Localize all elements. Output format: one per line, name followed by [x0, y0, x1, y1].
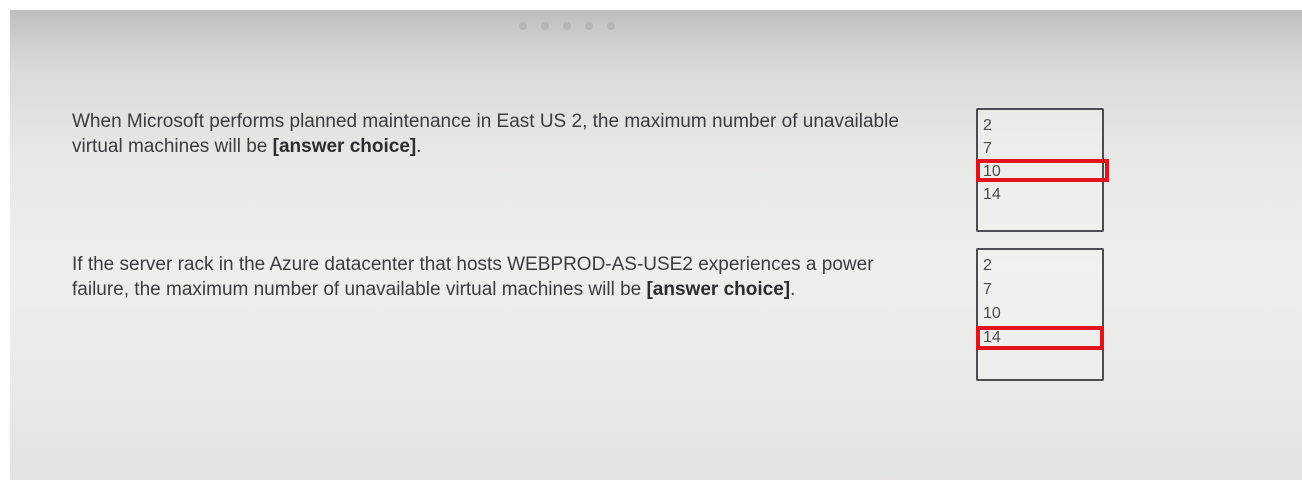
page-dot[interactable]	[563, 22, 571, 30]
page-dot[interactable]	[607, 22, 615, 30]
question-2-option-14-selected[interactable]: 14	[976, 326, 1104, 350]
page-dot[interactable]	[585, 22, 593, 30]
page-dot[interactable]	[541, 22, 549, 30]
question-2-answer-placeholder: [answer choice]	[646, 279, 791, 300]
header-band	[10, 10, 1302, 68]
question-1-option-2[interactable]: 2	[981, 114, 1102, 137]
question-2-option-7[interactable]: 7	[981, 278, 1102, 302]
question-2-text: If the server rack in the Azure datacent…	[72, 252, 932, 302]
question-2-answer-dropdown[interactable]: 2 7 10 14	[976, 248, 1104, 381]
screen-photo: When Microsoft performs planned maintena…	[10, 10, 1302, 480]
question-1-answer-dropdown[interactable]: 2 7 10 14	[976, 108, 1109, 232]
question-1-text: When Microsoft performs planned maintena…	[72, 109, 932, 159]
question-1-option-14[interactable]: 14	[981, 183, 1102, 206]
question-2-option-2[interactable]: 2	[981, 254, 1102, 278]
question-1-option-7[interactable]: 7	[981, 137, 1102, 160]
question-1-statement: When Microsoft performs planned maintena…	[72, 111, 899, 157]
question-2-option-10[interactable]: 10	[981, 302, 1102, 326]
question-1-period: .	[416, 136, 422, 157]
question-2-period: .	[790, 279, 796, 300]
question-1-answer-placeholder: [answer choice]	[272, 136, 417, 157]
question-1-option-10-selected[interactable]: 10	[976, 159, 1109, 183]
pagination-dots	[519, 22, 615, 30]
page-dot[interactable]	[519, 22, 527, 30]
